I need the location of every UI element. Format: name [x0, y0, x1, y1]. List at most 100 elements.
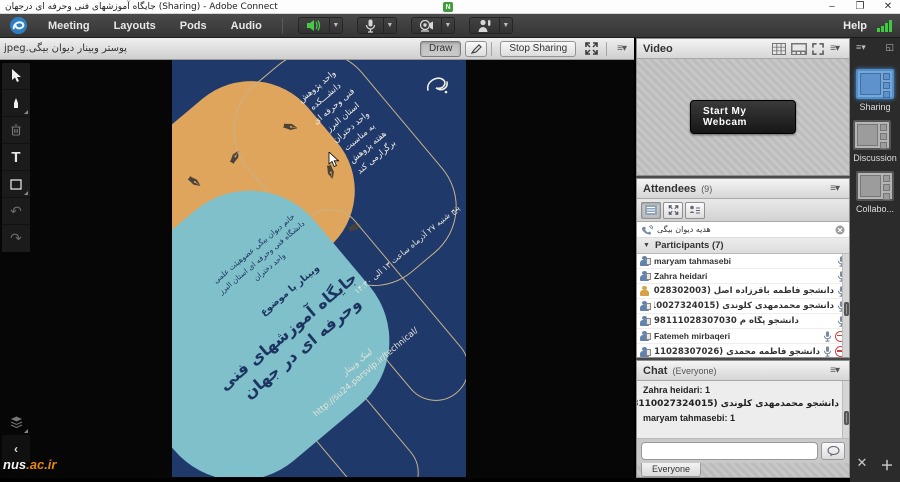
breakout-view-button[interactable] — [663, 202, 683, 219]
layouts-sidebar: ≡▾ ◱ Sharing Discussion Collabo... — [850, 38, 900, 482]
microphone-button[interactable] — [357, 17, 384, 34]
chat-pod-menu-button[interactable]: ≡▾ — [826, 365, 843, 376]
microphone-status-icon[interactable] — [823, 331, 832, 342]
layout-sharing[interactable]: Sharing — [856, 61, 894, 112]
participant-row[interactable]: دانشجو فاطمه محمدی (98111028307026) — [637, 344, 849, 357]
participant-row[interactable]: Fatemeh mirbaqeri — [637, 329, 849, 344]
share-pod-menu-button[interactable]: ≡▾ — [613, 43, 630, 54]
share-fullscreen-button[interactable] — [580, 41, 602, 57]
add-layout-icon[interactable]: ＋ — [880, 455, 893, 474]
raise-hand-dropdown[interactable]: ▼ — [500, 17, 513, 34]
menu-pods[interactable]: Pods — [168, 14, 219, 38]
chat-tabs: Everyone — [637, 463, 849, 477]
video-pod-menu-button[interactable]: ≡▾ — [826, 43, 843, 54]
layout-collaboration-thumbnail[interactable] — [856, 171, 894, 201]
attendees-pod-menu-button[interactable]: ≡▾ — [826, 183, 843, 194]
pointer-arrow-icon — [11, 69, 22, 83]
raise-hand-button[interactable] — [469, 17, 500, 34]
video-fullscreen-button[interactable] — [812, 43, 824, 55]
video-filmstrip-view-button[interactable] — [791, 43, 807, 55]
video-pod: Video — [636, 38, 850, 176]
connection-signal-icon[interactable] — [877, 20, 892, 32]
close-layouts-icon[interactable]: ✕ — [857, 455, 868, 474]
speaker-dropdown[interactable]: ▼ — [330, 17, 343, 34]
participant-row[interactable]: دانشجو محمدمهدی کلوندی (98110027324015) — [637, 299, 849, 314]
watermark: nus.ac.ir — [3, 457, 56, 472]
disconnect-phone-icon[interactable] — [835, 225, 845, 235]
chat-scrollbar[interactable] — [842, 381, 849, 438]
attendee-list-view-button[interactable] — [641, 202, 661, 219]
pointer-tool-button[interactable] — [465, 41, 487, 57]
participant-row[interactable]: maryam tahmasebi — [637, 254, 849, 269]
webcam-dropdown[interactable]: ▼ — [442, 17, 455, 34]
menu-audio[interactable]: Audio — [219, 14, 274, 38]
university-logo — [422, 72, 452, 98]
participant-name: دانشجو محمدمهدی کلوندی (98110027324015) — [654, 301, 834, 311]
participant-row[interactable]: Zahra heidari — [637, 269, 849, 284]
trash-icon — [11, 124, 21, 136]
layouts-pin-icon[interactable]: ◱ — [885, 42, 894, 53]
redo-button[interactable]: ↷ — [2, 225, 30, 252]
text-tool-button[interactable]: T — [2, 144, 30, 171]
minimize-button[interactable]: – — [826, 1, 838, 13]
participants-section-header[interactable]: ▼ Participants (7) — [637, 238, 849, 254]
chat-pod-title: Chat — [643, 365, 667, 377]
layers-tool-button[interactable] — [2, 409, 30, 436]
participant-row[interactable]: دانشجو پگاه م 98111028307030 — [637, 314, 849, 329]
close-button[interactable]: ✕ — [882, 1, 894, 13]
participant-name: دانشجو فاطمه باقرزاده اصل (9911102830200… — [654, 286, 834, 296]
shared-poster-image: ✒ ✒ ✒ ✒ ✒ ✒ واحد پژوهش دانشـــکده فنی وح… — [172, 60, 466, 477]
layout-sharing-label: Sharing — [856, 102, 894, 112]
attendees-pod: Attendees (9) ≡▾ — [636, 178, 850, 358]
speaker-button[interactable] — [298, 17, 330, 34]
phone-attendee-row[interactable]: هدیه دیوان بیگی — [637, 222, 849, 238]
microphone-status-icon[interactable] — [823, 346, 832, 357]
microphone-dropdown[interactable]: ▼ — [384, 17, 397, 34]
layout-sharing-thumbnail[interactable] — [856, 69, 894, 99]
delete-tool-button[interactable] — [2, 117, 30, 144]
layout-collaboration[interactable]: Collabo... — [856, 163, 894, 214]
menu-bar: Meeting Layouts Pods Audio ▼ ▼ — [0, 14, 900, 38]
participant-row[interactable]: دانشجو فاطمه باقرزاده اصل (9911102830200… — [637, 284, 849, 299]
phone-icon — [641, 225, 653, 235]
microphone-icon — [365, 19, 376, 33]
webcam-button[interactable] — [411, 17, 442, 34]
layout-discussion[interactable]: Discussion — [853, 112, 897, 163]
list-view-icon — [645, 205, 657, 215]
participants-section-label: Participants (7) — [655, 240, 724, 251]
chat-input-row — [637, 439, 849, 463]
shape-tool-button[interactable] — [2, 171, 30, 198]
participant-name: Zahra heidari — [654, 271, 834, 281]
attendees-pod-title: Attendees — [643, 183, 696, 195]
attendees-count: (9) — [701, 184, 712, 194]
marker-tool-button[interactable] — [2, 90, 30, 117]
menu-meeting[interactable]: Meeting — [36, 14, 102, 38]
send-message-button[interactable] — [821, 442, 845, 460]
whiteboard-toolbar: T ↶ ↷ — [2, 63, 30, 252]
filmstrip-view-icon — [791, 43, 807, 55]
layout-discussion-label: Discussion — [853, 153, 897, 163]
layers-icon — [10, 416, 23, 428]
phone-attendee-name: هدیه دیوان بیگی — [657, 225, 835, 234]
start-webcam-button[interactable]: Start My Webcam — [690, 100, 796, 134]
draw-button[interactable]: Draw — [420, 41, 461, 57]
layout-collaboration-label: Collabo... — [856, 204, 894, 214]
menu-layouts[interactable]: Layouts — [102, 14, 168, 38]
layout-discussion-thumbnail[interactable] — [853, 120, 891, 150]
help-menu[interactable]: Help — [843, 20, 867, 32]
video-grid-view-button[interactable] — [772, 43, 786, 55]
menubar-separator — [282, 18, 283, 34]
window-titlebar: جایگاه آموزشهای فنی وحرفه ای درجهان (Sha… — [0, 0, 900, 14]
layouts-menu-icon[interactable]: ≡▾ — [856, 42, 866, 53]
participants-list: maryam tahmasebi Zahra heidari دانشجو فا… — [637, 254, 849, 357]
attendees-toolbar — [637, 199, 849, 222]
maximize-button[interactable]: ❐ — [854, 1, 866, 13]
stop-sharing-button[interactable]: Stop Sharing — [500, 41, 576, 57]
undo-button[interactable]: ↶ — [2, 198, 30, 225]
chat-input[interactable] — [641, 442, 818, 460]
attendees-scrollbar[interactable] — [842, 254, 849, 357]
selection-tool-button[interactable] — [2, 63, 30, 90]
breakout-view-icon — [668, 205, 679, 215]
chat-tab-everyone[interactable]: Everyone — [641, 463, 701, 477]
status-view-button[interactable] — [685, 202, 705, 219]
